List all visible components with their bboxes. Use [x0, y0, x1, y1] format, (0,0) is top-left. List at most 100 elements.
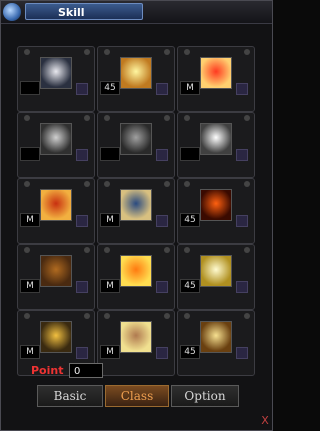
skill-level	[20, 81, 40, 95]
slot-gem-icon	[236, 83, 248, 95]
skill-slot[interactable]: M	[17, 178, 95, 244]
skill-level: M	[100, 279, 120, 293]
skill-icon[interactable]	[40, 255, 72, 287]
slot-gem-icon	[156, 83, 168, 95]
ornament-icon	[24, 181, 30, 187]
skill-icon[interactable]	[40, 189, 72, 221]
ornament-icon	[244, 313, 250, 319]
skill-slot[interactable]	[177, 112, 255, 178]
skill-icon[interactable]	[200, 189, 232, 221]
ornament-icon	[244, 115, 250, 121]
skill-level	[100, 147, 120, 161]
ornament-icon	[24, 115, 30, 121]
tabs: Basic Class Option	[37, 385, 239, 407]
slot-gem-icon	[236, 149, 248, 161]
skill-orb-icon	[3, 3, 21, 21]
slot-gem-icon	[156, 149, 168, 161]
ornament-icon	[24, 49, 30, 55]
ornament-icon	[84, 49, 90, 55]
skill-icon[interactable]	[200, 123, 232, 155]
skill-level: M	[20, 345, 40, 359]
point-value: 0	[69, 363, 103, 378]
skill-level: M	[100, 213, 120, 227]
skill-slot[interactable]: 45	[177, 244, 255, 310]
skill-level: M	[180, 81, 200, 95]
slot-gem-icon	[156, 281, 168, 293]
skill-slot[interactable]	[17, 46, 95, 112]
skill-slot[interactable]: M	[97, 244, 175, 310]
ornament-icon	[244, 49, 250, 55]
skill-icon[interactable]	[200, 57, 232, 89]
tab-class[interactable]: Class	[105, 385, 169, 407]
skill-icon[interactable]	[40, 321, 72, 353]
point-label: Point	[31, 364, 64, 377]
ornament-icon	[184, 49, 190, 55]
skill-icon[interactable]	[120, 321, 152, 353]
slot-gem-icon	[236, 281, 248, 293]
slot-gem-icon	[76, 215, 88, 227]
ornament-icon	[164, 49, 170, 55]
ornament-icon	[244, 181, 250, 187]
slot-gem-icon	[76, 149, 88, 161]
skill-level: M	[100, 345, 120, 359]
ornament-icon	[84, 181, 90, 187]
slot-gem-icon	[156, 347, 168, 359]
skill-level	[180, 147, 200, 161]
ornament-icon	[24, 313, 30, 319]
skill-icon[interactable]	[40, 57, 72, 89]
ornament-icon	[84, 115, 90, 121]
skill-slot[interactable]: M	[177, 46, 255, 112]
skill-icon[interactable]	[120, 189, 152, 221]
skill-slot[interactable]: M	[17, 244, 95, 310]
skill-level: 45	[100, 81, 120, 95]
slot-gem-icon	[236, 215, 248, 227]
window-title: Skill	[25, 3, 143, 20]
ornament-icon	[84, 313, 90, 319]
skill-slot[interactable]: 45	[177, 178, 255, 244]
point-bar: Point 0	[19, 363, 109, 379]
skill-level: 45	[180, 279, 200, 293]
ornament-icon	[24, 247, 30, 253]
slot-gem-icon	[76, 347, 88, 359]
skill-slot[interactable]: 45	[97, 46, 175, 112]
ornament-icon	[104, 247, 110, 253]
slot-gem-icon	[76, 281, 88, 293]
skill-slot[interactable]: M	[97, 178, 175, 244]
ornament-icon	[244, 247, 250, 253]
skill-slot[interactable]: 45	[177, 310, 255, 376]
skill-level: M	[20, 279, 40, 293]
ornament-icon	[104, 49, 110, 55]
skill-icon[interactable]	[120, 57, 152, 89]
ornament-icon	[184, 247, 190, 253]
slot-gem-icon	[236, 347, 248, 359]
ornament-icon	[184, 181, 190, 187]
ornament-icon	[164, 313, 170, 319]
skill-level: M	[20, 213, 40, 227]
ornament-icon	[164, 247, 170, 253]
skill-icon[interactable]	[120, 255, 152, 287]
skill-level: 45	[180, 213, 200, 227]
slot-gem-icon	[156, 215, 168, 227]
skill-icon[interactable]	[200, 255, 232, 287]
tab-basic[interactable]: Basic	[37, 385, 103, 407]
skill-icon[interactable]	[40, 123, 72, 155]
titlebar[interactable]: Skill	[1, 1, 272, 24]
ornament-icon	[164, 115, 170, 121]
skill-level	[20, 147, 40, 161]
ornament-icon	[104, 115, 110, 121]
ornament-icon	[104, 313, 110, 319]
slot-gem-icon	[76, 83, 88, 95]
skill-slot[interactable]	[97, 112, 175, 178]
close-button[interactable]: X	[259, 415, 271, 427]
ornament-icon	[104, 181, 110, 187]
skill-icon[interactable]	[200, 321, 232, 353]
skill-slot[interactable]	[17, 112, 95, 178]
ornament-icon	[164, 181, 170, 187]
ornament-icon	[184, 313, 190, 319]
ornament-icon	[84, 247, 90, 253]
tab-option[interactable]: Option	[171, 385, 239, 407]
skill-icon[interactable]	[120, 123, 152, 155]
ornament-icon	[184, 115, 190, 121]
skill-window: Skill 45 M M M 45 M M 45 M M 45 Point 0 Basic Clas…	[0, 0, 273, 431]
skill-level: 45	[180, 345, 200, 359]
